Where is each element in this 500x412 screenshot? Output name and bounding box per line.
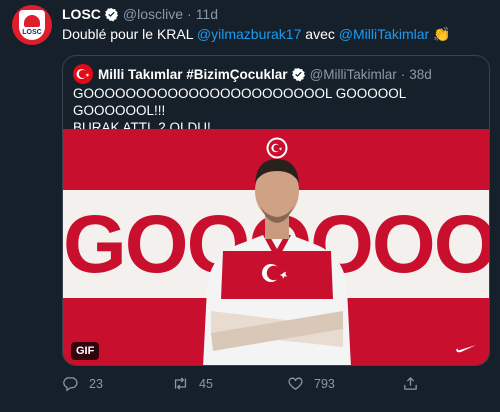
- like-button[interactable]: 793: [287, 375, 335, 392]
- verified-badge-icon: [291, 67, 305, 81]
- tweet[interactable]: LOSC LOSC @losclive · 11d Doublé pour le…: [0, 0, 500, 412]
- separator-dot: ·: [400, 66, 406, 82]
- tweet-text: Doublé pour le KRAL @yilmazburak17 avec …: [62, 25, 451, 43]
- reply-button[interactable]: 23: [62, 375, 103, 392]
- avatar[interactable]: LOSC: [12, 5, 52, 45]
- author-handle[interactable]: @losclive: [123, 6, 183, 22]
- quote-timestamp[interactable]: 38d: [409, 67, 432, 82]
- verified-badge-icon: [104, 7, 118, 21]
- turkish-flag-icon: [76, 69, 90, 79]
- quote-text-line-1: GOOOOOOOOOOOOOOOOOOOOOOOL GOOOOOL GOOOOO…: [73, 86, 406, 118]
- separator-dot: ·: [187, 6, 192, 22]
- gif-badge: GIF: [71, 342, 100, 360]
- share-icon: [404, 377, 417, 390]
- share-button[interactable]: [402, 375, 429, 392]
- mention-yilmazburak17[interactable]: @yilmazburak17: [197, 26, 301, 42]
- timestamp[interactable]: 11d: [196, 6, 218, 22]
- quote-header: Milli Takımlar #BizimÇocuklar @MilliTaki…: [73, 64, 432, 84]
- reply-icon: [63, 377, 78, 392]
- author-name[interactable]: LOSC: [62, 6, 101, 22]
- quoted-tweet[interactable]: Milli Takımlar #BizimÇocuklar @MilliTaki…: [62, 55, 490, 366]
- tweet-text-middle: avec: [301, 26, 339, 42]
- mention-millitakimlar[interactable]: @MilliTakimlar: [339, 26, 429, 42]
- retweet-count: 45: [199, 376, 213, 391]
- action-bar: 23 45 793: [62, 375, 422, 395]
- quote-author-name[interactable]: Milli Takımlar #BizimÇocuklar: [98, 67, 288, 82]
- avatar-label: LOSC: [22, 29, 42, 36]
- gif-media[interactable]: GOOOOOOOL GIF: [63, 129, 489, 365]
- clapping-hands-emoji: 👏: [433, 26, 451, 42]
- quote-avatar[interactable]: [73, 64, 93, 84]
- nike-swoosh-icon: [456, 345, 476, 353]
- player-figure: [203, 159, 351, 365]
- quote-author-handle[interactable]: @MilliTakimlar: [310, 67, 397, 82]
- tweet-header: LOSC @losclive · 11d: [62, 6, 218, 22]
- heart-icon: [288, 377, 303, 390]
- like-count: 793: [314, 376, 335, 391]
- retweet-icon: [174, 377, 187, 390]
- losc-crest-icon: LOSC: [19, 10, 45, 40]
- reply-count: 23: [89, 376, 103, 391]
- tweet-text-prefix: Doublé pour le KRAL: [62, 26, 197, 42]
- retweet-button[interactable]: 45: [172, 375, 213, 392]
